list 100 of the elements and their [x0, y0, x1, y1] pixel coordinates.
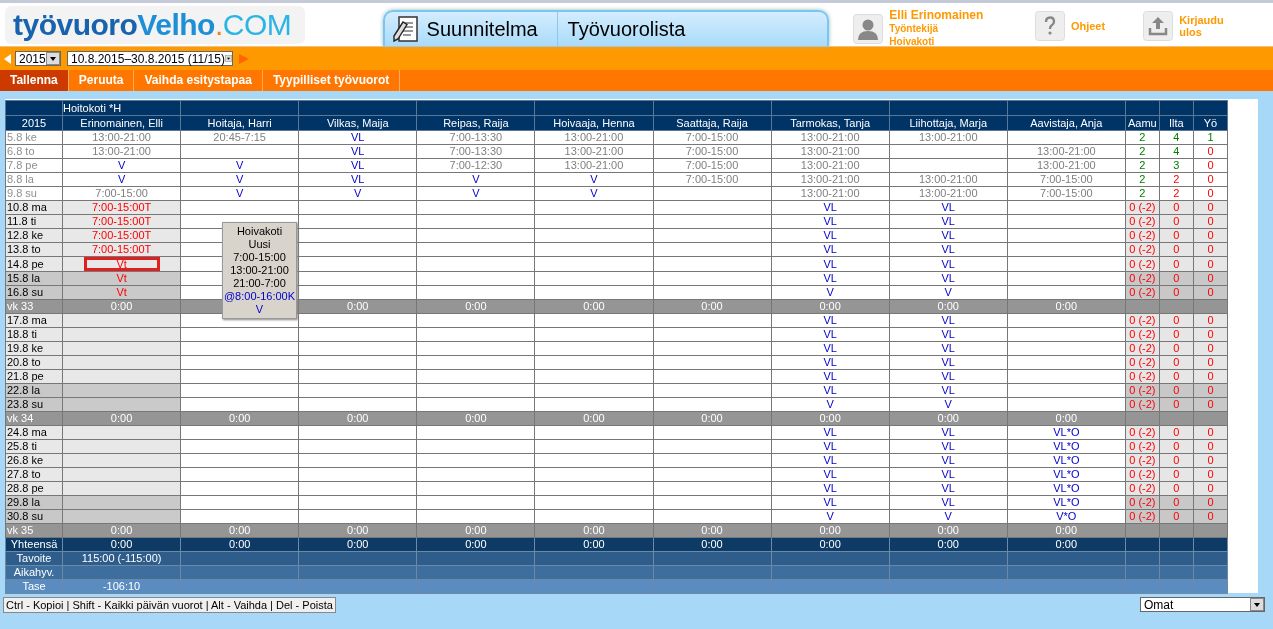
shift-cell[interactable]: VL	[889, 425, 1008, 440]
shift-cell[interactable]: V	[534, 186, 653, 201]
shift-cell[interactable]: V	[298, 186, 417, 201]
shift-cell[interactable]: V	[771, 285, 890, 300]
shift-cell[interactable]: VL	[889, 271, 1008, 286]
shift-cell[interactable]: VL	[771, 383, 890, 398]
shift-cell[interactable]: 13:00-21:00	[1007, 144, 1126, 159]
shift-cell[interactable]: VL	[771, 327, 890, 342]
shift-cell[interactable]: V	[889, 397, 1008, 412]
shift-cell[interactable]: VL	[889, 467, 1008, 482]
shift-cell[interactable]: VL	[889, 439, 1008, 454]
shift-cell[interactable]: 13:00-21:00	[889, 172, 1008, 187]
shift-cell[interactable]: 7:00-15:00	[653, 130, 772, 145]
shift-cell[interactable]: VL	[771, 313, 890, 328]
shift-cell[interactable]: VL*O	[1007, 453, 1126, 468]
date-cell: 8.8 la	[5, 172, 63, 187]
shift-cell[interactable]: VL	[771, 214, 890, 229]
shift-cell[interactable]: VL	[771, 242, 890, 257]
shift-cell[interactable]: VL	[298, 172, 417, 187]
shift-cell[interactable]: V	[771, 397, 890, 412]
shift-cell[interactable]: VL	[771, 200, 890, 215]
shift-cell[interactable]: VL	[298, 144, 417, 159]
shift-cell[interactable]: 13:00-21:00	[889, 130, 1008, 145]
shift-cell[interactable]: VL*O	[1007, 439, 1126, 454]
shift-cell[interactable]: VL	[889, 495, 1008, 510]
shift-cell[interactable]: 7:00-15:00	[62, 186, 181, 201]
shift-cell[interactable]: V	[771, 509, 890, 524]
shift-cell[interactable]: VL	[889, 242, 1008, 257]
shift-cell[interactable]: VL	[889, 200, 1008, 215]
shift-cell[interactable]: V	[416, 172, 535, 187]
shift-cell[interactable]: 13:00-21:00	[771, 144, 890, 159]
period-select[interactable]: 10.8.2015–30.8.2015 (11/15)	[67, 51, 233, 66]
shift-cell[interactable]: VL	[771, 355, 890, 370]
shift-cell[interactable]: 20:45-7:15	[180, 130, 299, 145]
shift-cell[interactable]: VL	[771, 341, 890, 356]
shift-cell[interactable]: VL*O	[1007, 467, 1126, 482]
shift-cell[interactable]: VL	[771, 228, 890, 243]
shift-cell[interactable]: VL	[771, 453, 890, 468]
shift-cell[interactable]: 13:00-21:00	[771, 172, 890, 187]
shift-cell[interactable]: VL	[889, 214, 1008, 229]
shift-cell[interactable]: VL	[889, 256, 1008, 272]
shift-cell[interactable]: V	[180, 186, 299, 201]
shift-cell[interactable]: 7:00-13:30	[416, 130, 535, 145]
shift-cell[interactable]: VL	[771, 439, 890, 454]
shift-cell[interactable]: 7:00-13:30	[416, 144, 535, 159]
shortcut-hints: Ctrl - Kopioi | Shift - Kaikki päivän vuorot | Alt - Vaihda | Del - Poista	[3, 597, 336, 613]
shift-cell[interactable]: VL	[889, 228, 1008, 243]
shift-cell[interactable]: V	[534, 172, 653, 187]
shift-cell[interactable]: VL	[889, 383, 1008, 398]
shift-cell[interactable]: VL	[771, 271, 890, 286]
help-icon	[1034, 11, 1065, 41]
shift-cell[interactable]: V	[62, 172, 181, 187]
count-cell: 0	[1193, 186, 1228, 201]
shift-cell[interactable]: VL	[298, 158, 417, 173]
shift-cell[interactable]: 13:00-21:00	[771, 158, 890, 173]
shift-cell[interactable]: VL	[889, 481, 1008, 496]
shift-cell[interactable]: VL*O	[1007, 425, 1126, 440]
shift-cell[interactable]: 13:00-21:00	[771, 130, 890, 145]
shift-cell[interactable]: V	[180, 158, 299, 173]
shift-cell[interactable]: VL	[889, 327, 1008, 342]
shift-cell[interactable]: 13:00-21:00	[534, 130, 653, 145]
count-cell: 4	[1159, 144, 1194, 159]
shift-cell[interactable]: VL	[889, 341, 1008, 356]
shift-cell[interactable]: VL	[771, 425, 890, 440]
shift-cell[interactable]: V	[180, 172, 299, 187]
shift-cell[interactable]: VL	[889, 355, 1008, 370]
year-select[interactable]: 2015	[15, 51, 61, 66]
shift-cell[interactable]: VL	[771, 467, 890, 482]
view-select[interactable]: Omat	[1140, 597, 1265, 612]
shift-cell[interactable]: V	[889, 509, 1008, 524]
shift-cell[interactable]: V	[62, 158, 181, 173]
shift-cell[interactable]: VL*O	[1007, 495, 1126, 510]
shift-cell[interactable]: 13:00-21:00	[62, 144, 181, 159]
shift-cell[interactable]: VL	[771, 481, 890, 496]
shift-cell[interactable]: 7:00-15:00	[1007, 186, 1126, 201]
shift-cell[interactable]: VL	[771, 369, 890, 384]
shift-cell[interactable]: V	[889, 285, 1008, 300]
shift-cell[interactable]: 13:00-21:00	[62, 130, 181, 145]
shift-cell[interactable]: VL	[298, 130, 417, 145]
tab[interactable]: Työvuorolista	[557, 12, 686, 46]
shift-cell[interactable]: 13:00-21:00	[889, 186, 1008, 201]
shift-cell[interactable]: VL	[889, 369, 1008, 384]
shift-cell[interactable]: V*O	[1007, 509, 1126, 524]
shift-cell[interactable]: VL	[889, 453, 1008, 468]
shift-cell[interactable]: VL	[771, 256, 890, 272]
shift-cell[interactable]: 7:00-15:00	[653, 144, 772, 159]
shift-cell[interactable]: 13:00-21:00	[771, 186, 890, 201]
shift-cell[interactable]: 7:00-12:30	[416, 158, 535, 173]
shift-cell[interactable]: V	[416, 186, 535, 201]
shift-cell[interactable]: VL	[889, 313, 1008, 328]
shift-cell[interactable]: 7:00-15:00	[1007, 172, 1126, 187]
shift-cell[interactable]: 13:00-21:00	[534, 158, 653, 173]
shift-cell[interactable]: VL*O	[1007, 481, 1126, 496]
shift-cell[interactable]: 13:00-21:00	[534, 144, 653, 159]
count-cell: 2	[1159, 186, 1194, 201]
shift-cell[interactable]: 7:00-15:00	[653, 158, 772, 173]
shift-cell[interactable]: VL	[771, 495, 890, 510]
shift-cell[interactable]: 13:00-21:00	[1007, 158, 1126, 173]
shift-cell[interactable]: 7:00-15:00	[653, 172, 772, 187]
menu-item[interactable]: Tallenna	[0, 70, 69, 91]
